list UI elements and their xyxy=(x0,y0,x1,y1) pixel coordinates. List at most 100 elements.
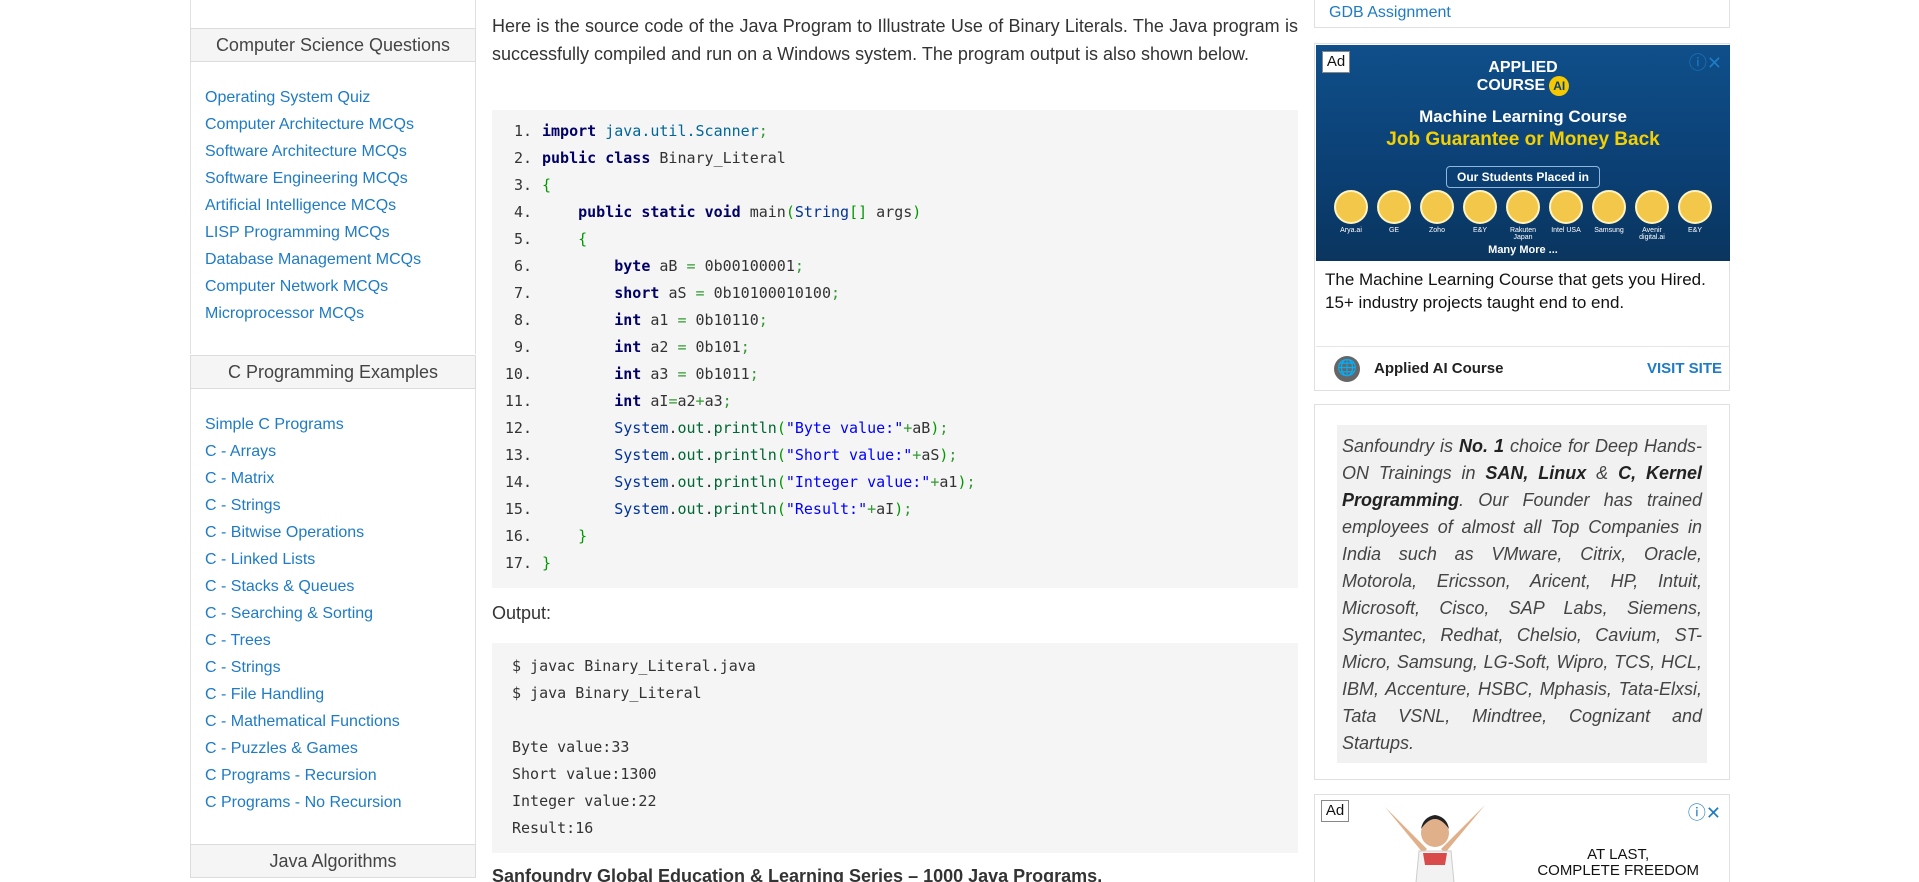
related-links-box: GDB Assignment xyxy=(1314,0,1730,28)
sidebar-link[interactable]: C - Searching & Sorting xyxy=(191,600,475,627)
company-name: Rakuten Japan xyxy=(1509,227,1537,241)
ad-applied-course[interactable]: APPLIED COURSE AI Machine Learning Course… xyxy=(1314,43,1730,391)
student-avatar xyxy=(1463,190,1497,224)
ad-freedom[interactable]: Ad ⓘ✕ AT LAST, COMPLETE FREEDOM xyxy=(1314,794,1730,882)
ad-choices-icon[interactable]: ⓘ✕ xyxy=(1688,799,1721,825)
code-text: { xyxy=(542,176,552,194)
sidebar-link[interactable]: Microprocessor MCQs xyxy=(191,300,475,327)
sidebar-top-remnant xyxy=(190,0,476,30)
sidebar-link[interactable]: Computer Network MCQs xyxy=(191,273,475,300)
code-text: byte aB = 0b00100001; xyxy=(614,257,804,275)
company-name: Samsung xyxy=(1594,227,1624,234)
promo-emphasis: No. 1 xyxy=(1459,436,1504,456)
company-name: GE xyxy=(1388,227,1400,234)
ad-freedom-text: AT LAST, COMPLETE FREEDOM xyxy=(1537,847,1699,879)
sidebar-link[interactable]: C - Strings xyxy=(191,654,475,681)
company-name: Arya.ai xyxy=(1340,227,1362,234)
sidebar-link[interactable]: C - Mathematical Functions xyxy=(191,708,475,735)
sidebar-link[interactable]: C - Puzzles & Games xyxy=(191,735,475,762)
sidebar-link[interactable]: C - Arrays xyxy=(191,438,475,465)
sidebar-link[interactable]: Simple C Programs xyxy=(191,411,475,438)
sidebar-link[interactable]: Software Engineering MCQs xyxy=(191,165,475,192)
sidebar-link[interactable]: C - Stacks & Queues xyxy=(191,573,475,600)
output-line: $ javac Binary_Literal.java xyxy=(512,657,756,675)
code-text: public static void main(String[] args) xyxy=(578,203,922,221)
ad-headline: Machine Learning Course xyxy=(1419,107,1627,126)
code-text: short aS = 0b10100010100; xyxy=(614,284,841,302)
sidebar-link[interactable]: Artificial Intelligence MCQs xyxy=(191,192,475,219)
gdb-assignment-link[interactable]: GDB Assignment xyxy=(1329,4,1451,22)
code-text: System.out.println("Short value:"+aS); xyxy=(614,446,958,464)
ad-text-line: AT LAST, xyxy=(1587,846,1650,863)
sidebar-link[interactable]: C - Linked Lists xyxy=(191,546,475,573)
student-avatar xyxy=(1377,190,1411,224)
sidebar-link[interactable]: C - Bitwise Operations xyxy=(191,519,475,546)
sidebar-section-list: Simple C Programs C - Arrays C - Matrix … xyxy=(190,389,476,844)
code-line: 4. public static void main(String[] args… xyxy=(492,199,921,226)
code-line: 10. int a3 = 0b1011; xyxy=(492,361,759,388)
code-text: int aI=a2+a3; xyxy=(614,392,732,410)
sidebar-link[interactable]: Database Management MCQs xyxy=(191,246,475,273)
student-avatar xyxy=(1549,190,1583,224)
code-block: 1. import java.util.Scanner; 2. public cla… xyxy=(492,110,1298,588)
sidebar-section-title: Computer Science Questions xyxy=(190,28,476,62)
series-heading: Sanfoundry Global Education & Learning S… xyxy=(492,866,1103,882)
code-line: 14. System.out.println("Integer value:"+… xyxy=(492,469,976,496)
visit-site-button[interactable]: VISIT SITE xyxy=(1647,360,1722,377)
sidebar-section-title: Java Algorithms xyxy=(190,844,476,878)
sidebar-link[interactable]: C - Matrix xyxy=(191,465,475,492)
company-name: Avenir digital.ai xyxy=(1639,227,1665,241)
intro-paragraph: Here is the source code of the Java Prog… xyxy=(492,16,1298,64)
student-avatar xyxy=(1506,190,1540,224)
student-avatar xyxy=(1678,190,1712,224)
output-block: $ javac Binary_Literal.java $ java Binar… xyxy=(492,643,1298,853)
sidebar-link[interactable]: LISP Programming MCQs xyxy=(191,219,475,246)
sidebar-link[interactable]: C - Strings xyxy=(191,492,475,519)
sidebar-link[interactable]: C - File Handling xyxy=(191,681,475,708)
ad-label: Ad xyxy=(1322,51,1350,73)
code-text: int a2 = 0b101; xyxy=(614,338,750,356)
code-text: System.out.println("Result:"+aI); xyxy=(614,500,913,518)
code-line: 16. } xyxy=(492,523,587,550)
code-line: 6. byte aB = 0b00100001; xyxy=(492,253,804,280)
logo-line: APPLIED xyxy=(1488,59,1558,76)
code-line: 2. public class Binary_Literal xyxy=(492,145,786,172)
sidebar-link[interactable]: Operating System Quiz xyxy=(191,84,475,111)
promo-text-part: Sanfoundry is xyxy=(1342,436,1460,456)
sidebar-section-title: C Programming Examples xyxy=(190,355,476,389)
output-line: Result:16 xyxy=(512,819,594,837)
code-line: 5. { xyxy=(492,226,587,253)
output-line: Integer value:22 xyxy=(512,792,657,810)
applied-course-logo: APPLIED COURSE AI xyxy=(1316,59,1730,96)
ad-choices-icon[interactable]: ⓘ✕ xyxy=(1689,49,1722,75)
output-line: Short value:1300 xyxy=(512,765,657,783)
sidebar-link[interactable]: Computer Architecture MCQs xyxy=(191,111,475,138)
ad-text-line: COMPLETE FREEDOM xyxy=(1537,862,1699,879)
sidebar-link[interactable]: Software Architecture MCQs xyxy=(191,138,475,165)
company-name: E&Y xyxy=(1472,227,1487,234)
code-text: int a1 = 0b10110; xyxy=(614,311,768,329)
code-line: 9. int a2 = 0b101; xyxy=(492,334,750,361)
promo-text: Sanfoundry is No. 1 choice for Deep Hand… xyxy=(1337,425,1707,763)
company-name: Zoho xyxy=(1429,227,1445,234)
student-avatar xyxy=(1635,190,1669,224)
code-line: 3.{ xyxy=(492,172,551,199)
ad-subheadline: Job Guarantee or Money Back xyxy=(1386,129,1660,150)
ad-brand-name[interactable]: Applied AI Course xyxy=(1374,360,1503,377)
globe-icon: 🌐 xyxy=(1334,356,1360,382)
ai-badge-icon: AI xyxy=(1549,76,1570,96)
promo-emphasis: SAN, Linux xyxy=(1485,463,1587,483)
code-text: } xyxy=(578,527,588,545)
ad-description[interactable]: The Machine Learning Course that gets yo… xyxy=(1325,268,1721,314)
code-text: int a3 = 0b1011; xyxy=(614,365,759,383)
sidebar-link[interactable]: C - Trees xyxy=(191,627,475,654)
student-avatar xyxy=(1592,190,1626,224)
code-line: 7. short aS = 0b10100010100; xyxy=(492,280,840,307)
code-text: import java.util.Scanner; xyxy=(542,122,768,140)
sidebar-link[interactable]: C Programs - No Recursion xyxy=(191,789,475,816)
sidebar-link[interactable]: C Programs - Recursion xyxy=(191,762,475,789)
code-line: 17.} xyxy=(492,550,551,577)
ad-banner[interactable]: APPLIED COURSE AI Machine Learning Course… xyxy=(1316,45,1730,261)
woman-image xyxy=(1385,805,1485,882)
code-line: 15. System.out.println("Result:"+aI); xyxy=(492,496,912,523)
